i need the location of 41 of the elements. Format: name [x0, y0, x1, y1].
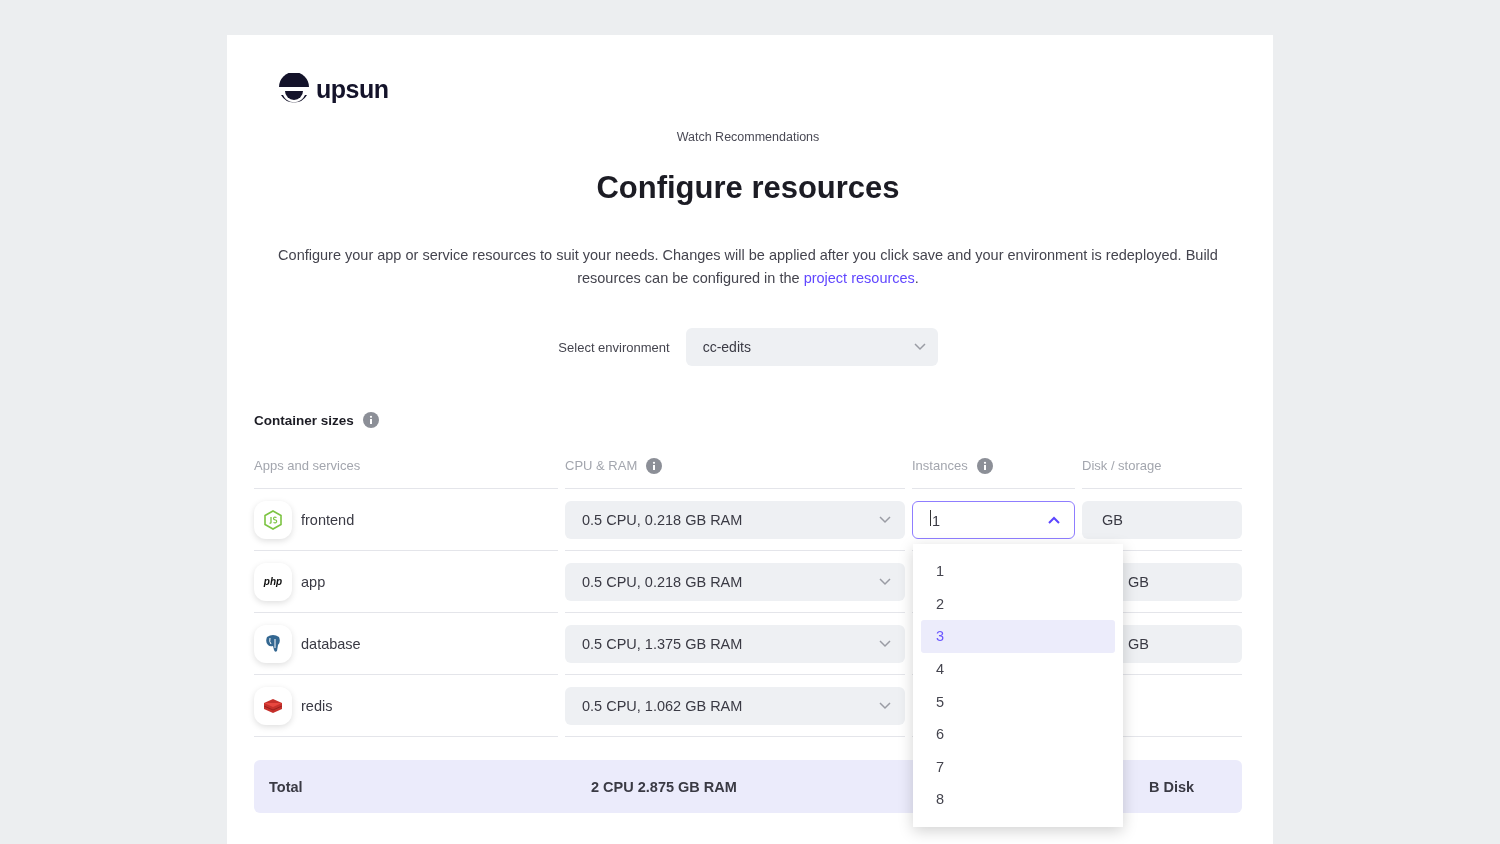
- logo-icon: [278, 73, 310, 105]
- cpu-ram-select[interactable]: 0.5 CPU, 1.375 GB RAM: [565, 624, 905, 663]
- service-name: frontend: [301, 511, 355, 528]
- chevron-icon: [913, 343, 926, 351]
- chevron-icon: [1048, 515, 1060, 524]
- dropdown-option[interactable]: 6: [921, 717, 1115, 751]
- service-name: redis: [301, 697, 333, 714]
- description: Configure your app or service resources to suit your needs. Changes will be applied after you click save and your environment is redeployed. Build resources can be configured in the project resources.: [277, 246, 1219, 288]
- disk-field[interactable]: GB: [1082, 500, 1242, 539]
- instances-field[interactable]: 1: [912, 500, 1075, 539]
- elephant-icon: [254, 624, 292, 663]
- logo-text: upsun: [316, 74, 389, 104]
- total-label: Total: [269, 778, 304, 795]
- chevron-icon: [879, 515, 891, 524]
- column-header: CPU & RAM: [565, 458, 638, 473]
- php-logo: php: [254, 562, 292, 601]
- dropdown-option[interactable]: 3: [921, 620, 1115, 653]
- service-name: app: [301, 573, 326, 590]
- total-cpu-ram: 2 CPU 2.875 GB RAM: [591, 778, 738, 795]
- dropdown-option[interactable]: 7: [921, 750, 1115, 784]
- column-header: Instances: [912, 458, 968, 473]
- service-name: database: [301, 635, 361, 652]
- chevron-icon: [879, 577, 891, 586]
- chevron-icon: [879, 701, 891, 710]
- project-resources-link[interactable]: project resources: [803, 270, 915, 286]
- breadcrumb: Watch Recommendations: [675, 130, 821, 145]
- total-disk: B Disk: [1148, 778, 1196, 795]
- nodejs-icon: [254, 500, 292, 539]
- dropdown-option[interactable]: 8: [921, 783, 1115, 816]
- chevron-icon: [879, 639, 891, 648]
- stacked-cubes-icon: [254, 686, 292, 725]
- environment-select[interactable]: cc-edits: [685, 328, 938, 366]
- cpu-ram-select[interactable]: 0.5 CPU, 1.062 GB RAM: [565, 686, 905, 725]
- column-header: Disk / storage: [1082, 458, 1162, 473]
- cpu-ram-select[interactable]: 0.5 CPU, 0.218 GB RAM: [565, 500, 905, 539]
- dropdown-option[interactable]: 5: [921, 685, 1115, 718]
- cpu-ram-select[interactable]: 0.5 CPU, 0.218 GB RAM: [565, 562, 905, 601]
- page-title: Configure resources: [595, 170, 901, 206]
- column-header: Apps and services: [254, 458, 361, 473]
- environment-label: Select environment: [558, 339, 670, 355]
- section-title: Container sizes: [254, 412, 354, 428]
